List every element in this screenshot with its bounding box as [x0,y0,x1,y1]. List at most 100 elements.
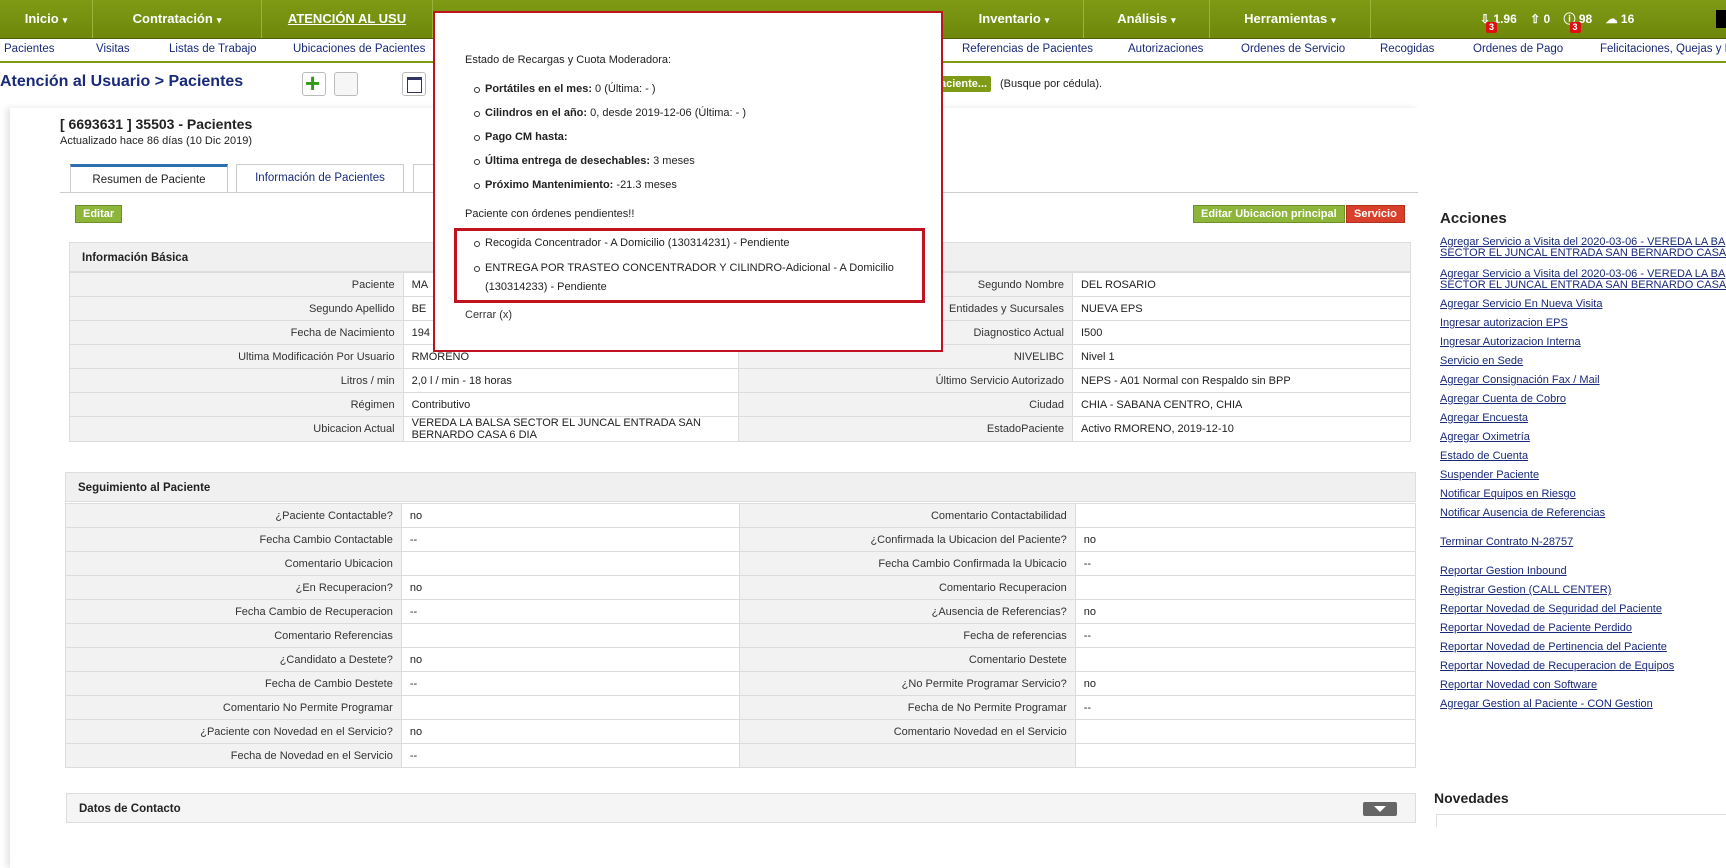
list-item: Portátiles en el mes: 0 (Última: - ) [474,83,656,95]
field-label: Segundo Apellido [69,296,404,321]
list-item-continuation[interactable]: (130314233) - Pendiente [485,281,607,293]
action-link[interactable]: Terminar Contrato N-28757 [1440,537,1726,548]
calendar-icon[interactable] [402,72,426,96]
table-row: Régimen Contributivo Ciudad CHIA - SABANA C… [69,392,1412,417]
edit-button[interactable]: Editar [75,205,123,223]
list-item: Próximo Mantenimiento: -21.3 meses [474,179,677,191]
field-value: I500 [1071,320,1412,345]
user-menu-edge[interactable] [1716,10,1726,28]
action-link[interactable]: Notificar Ausencia de Referencias [1440,508,1726,519]
field-label: Ciudad [738,392,1073,417]
field-label: Fecha de Cambio Destete [65,671,402,696]
subnav-felicitaciones[interactable]: Felicitaciones, Quejas y R [1600,43,1726,55]
field-label: ¿Paciente Contactable? [65,503,402,528]
download-icon[interactable]: ⇩ 1.96 3 [1480,0,1517,38]
service-button[interactable]: Servicio [1346,205,1405,223]
actions-list: Agregar Servicio a Visita del 2020-03-06… [1440,237,1726,710]
field-value: no [400,575,740,600]
field-value: -- [400,527,740,552]
action-link[interactable]: Estado de Cuenta [1440,451,1726,462]
subnav-autorizaciones[interactable]: Autorizaciones [1128,43,1203,55]
search-patient-button[interactable]: aciente... [936,76,992,92]
action-link[interactable]: Reportar Gestion Inbound [1440,566,1726,577]
field-label: Fecha de Nacimiento [69,320,404,345]
field-label: Comentario Referencias [65,623,402,648]
add-icon[interactable] [302,68,326,99]
notification-badges: ⇩ 1.96 3 ⇧ 0 ⓘ 98 3 ☁ 16 [1480,0,1644,38]
field-value: Nivel 1 [1071,344,1412,369]
field-value: -- [400,599,740,624]
field-label: Ubicacion Actual [69,416,404,442]
edit-icon[interactable] [334,72,358,96]
field-label: Comentario Ubicacion [65,551,402,576]
subnav-ubicaciones[interactable]: Ubicaciones de Pacientes [293,43,425,55]
list-item[interactable]: ENTREGA POR TRASTEO CONCENTRADOR Y CILIN… [474,262,894,274]
nav-atencion[interactable]: ATENCIÓN AL USU [262,0,433,38]
close-button[interactable]: Cerrar (x) [465,309,512,321]
edit-location-button[interactable]: Editar Ubicacion principal [1193,205,1345,223]
action-link[interactable]: Reportar Novedad de Paciente Perdido [1440,623,1726,634]
field-label: ¿Ausencia de Referencias? [738,599,1076,624]
search-hint: (Busque por cédula). [1000,78,1103,90]
subnav-visitas[interactable]: Visitas [96,43,130,55]
action-link[interactable]: Agregar Oximetría [1440,432,1726,443]
field-value: no [1074,671,1417,696]
field-value [1074,719,1417,744]
action-link[interactable]: Ingresar autorizacion EPS [1440,318,1726,329]
pending-title: Paciente con órdenes pendientes!! [465,208,635,220]
action-link[interactable]: Agregar Servicio En Nueva Visita [1440,299,1726,310]
field-label: Último Servicio Autorizado [738,368,1073,393]
updated-text: Actualizado hace 86 días (10 Dic 2019) [60,135,253,147]
field-label: Fecha de referencias [738,623,1076,648]
nav-inventario[interactable]: Inventario ▾ [945,0,1084,38]
action-link[interactable]: Reportar Novedad de Recuperacion de Equi… [1440,661,1726,672]
action-link[interactable]: Reportar Novedad de Pertinencia del Paci… [1440,642,1726,653]
field-label [738,743,1076,768]
novedades-box [1436,814,1726,827]
field-value: no [400,647,740,672]
subnav-pacientes[interactable]: Pacientes [4,43,55,55]
field-label: Litros / min [69,368,404,393]
field-value [1074,575,1417,600]
chat-icon[interactable]: ☁ 16 [1606,0,1635,38]
field-label: Paciente [69,272,404,297]
subnav-recogidas[interactable]: Recogidas [1380,43,1434,55]
alert-icon[interactable]: ⓘ 98 3 [1564,0,1592,38]
action-link[interactable]: Suspender Paciente [1440,470,1726,481]
chevron-down-icon[interactable] [1363,802,1397,816]
nav-analisis[interactable]: Análisis ▾ [1084,0,1210,38]
action-link[interactable]: Registrar Gestion (CALL CENTER) [1440,585,1726,596]
subnav-ordenes-servicio[interactable]: Ordenes de Servicio [1241,43,1345,55]
action-link[interactable]: Agregar Encuesta [1440,413,1726,424]
tab-informacion[interactable]: Información de Pacientes [236,164,404,192]
action-link[interactable]: Ingresar Autorizacion Interna [1440,337,1726,348]
nav-inicio[interactable]: Inicio ▾ [0,0,93,38]
tab-resumen[interactable]: Resumen de Paciente [70,164,228,192]
subnav-ordenes-pago[interactable]: Ordenes de Pago [1473,43,1563,55]
action-link[interactable]: Notificar Equipos en Riesgo [1440,489,1726,500]
table-row: Comentario Referencias Fecha de referenci… [65,623,1417,648]
table-row: Fecha Cambio Contactable -- ¿Confirmada la… [65,527,1417,552]
nav-contratacion[interactable]: Contratación ▾ [93,0,262,38]
upload-icon[interactable]: ⇧ 0 [1530,0,1550,38]
field-label: Comentario Contactabilidad [738,503,1076,528]
list-item[interactable]: Recogida Concentrador - A Domicilio (130… [474,237,790,249]
action-link[interactable]: Reportar Novedad de Seguridad del Pacien… [1440,604,1726,615]
action-link[interactable]: Agregar Cuenta de Cobro [1440,394,1726,405]
subnav-referencias[interactable]: Referencias de Pacientes [962,43,1093,55]
action-link[interactable]: SECTOR EL JUNCAL ENTRADA SAN BERNARDO CA… [1440,248,1726,259]
field-value: -- [1074,695,1417,720]
nav-herramientas[interactable]: Herramientas ▾ [1210,0,1371,38]
modal-title: Estado de Recargas y Cuota Moderadora: [465,54,672,66]
action-link[interactable]: Agregar Consignación Fax / Mail [1440,375,1726,386]
field-value: Contributivo [402,392,740,417]
field-value: VEREDA LA BALSA SECTOR EL JUNCAL ENTRADA… [402,416,740,442]
chevron-down-icon: ▾ [1171,15,1176,25]
action-link[interactable]: Reportar Novedad con Software [1440,680,1726,691]
action-link[interactable]: Agregar Gestion al Paciente - CON Gestio… [1440,699,1726,710]
field-label: EstadoPaciente [738,416,1073,442]
action-link[interactable]: Servicio en Sede [1440,356,1726,367]
subnav-listas[interactable]: Listas de Trabajo [169,43,257,55]
field-label: Régimen [69,392,404,417]
action-link[interactable]: SECTOR EL JUNCAL ENTRADA SAN BERNARDO CA… [1440,280,1726,291]
